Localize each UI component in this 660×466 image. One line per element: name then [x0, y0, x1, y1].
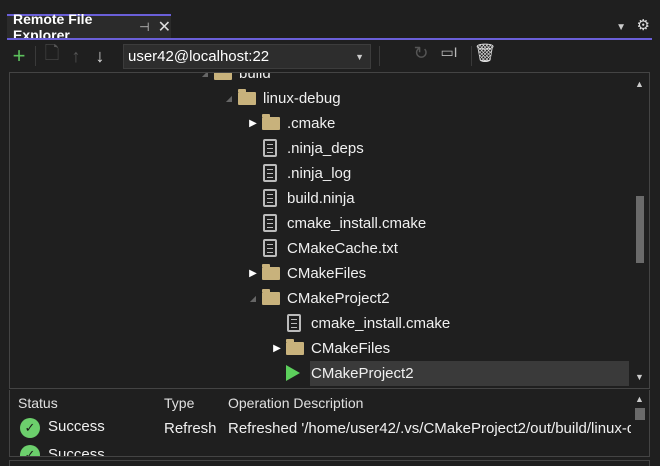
scroll-thumb[interactable] [636, 196, 644, 263]
success-check-icon: ✓ [20, 418, 40, 438]
tree-item[interactable]: .ninja_deps [10, 136, 629, 161]
header-description[interactable]: Operation Description [228, 395, 363, 411]
file-icon [287, 314, 301, 332]
folder-icon [238, 89, 256, 105]
tree-item-label: CMakeProject2 [287, 290, 390, 307]
expanded-arrow-icon[interactable]: ◢ [224, 94, 234, 103]
tree-item-label: .cmake [287, 115, 336, 132]
tree-item-label: CMakeFiles [287, 265, 367, 282]
folder-icon [262, 264, 280, 280]
close-icon[interactable]: ✕ [158, 17, 171, 37]
tree-item-label: .ninja_log [287, 165, 352, 182]
file-icon [263, 239, 277, 257]
download-arrow-icon[interactable]: ↓ [88, 46, 112, 67]
row-status: Success [48, 446, 105, 457]
pin-icon[interactable]: ⊣ [139, 20, 149, 34]
tree-item[interactable]: CMakeProject2 [286, 361, 629, 386]
tree-item-label: CMakeFiles [311, 340, 391, 357]
tree-item-label: build.ninja [287, 190, 355, 207]
tree-item[interactable]: build.ninja [10, 186, 629, 211]
toolbar: + 🗋 ↑ ↓ user42@localhost:22 ▼ ↻ ▭I 🗑 [7, 40, 652, 72]
tree-item[interactable]: ▶ CMakeFiles [10, 336, 629, 361]
connection-select[interactable]: user42@localhost:22 ▼ [123, 44, 371, 69]
scroll-down-icon[interactable]: ▼ [635, 372, 644, 382]
tree-item-label: CMakeCache.txt [287, 240, 398, 257]
output-scrollbar[interactable]: ▲ [631, 390, 649, 456]
tree-item[interactable]: ◢ build [10, 72, 629, 86]
refresh-icon[interactable]: ↻ [409, 43, 433, 64]
header-status[interactable]: Status [18, 395, 58, 411]
bottom-panel-edge [9, 460, 650, 466]
expanded-arrow-icon[interactable]: ◢ [200, 73, 210, 78]
new-file-icon[interactable]: 🗋 [40, 41, 64, 71]
row-status: Success [48, 418, 105, 435]
tree-item[interactable]: cmake_install.cmake [10, 311, 629, 336]
folder-icon [214, 73, 232, 80]
tree-item[interactable]: cmake_install.cmake [10, 211, 629, 236]
tree-item[interactable]: ▶ CMakeFiles [10, 261, 629, 286]
file-icon [263, 189, 277, 207]
divider [471, 46, 472, 66]
tab-remote-file-explorer[interactable]: Remote File Explorer ⊣ ✕ [7, 11, 171, 43]
tree-item-label: linux-debug [263, 90, 341, 107]
row-description: Refreshed '/home/user42/.vs/CMakeProject… [228, 420, 650, 437]
tree-item[interactable]: .ninja_log [10, 161, 629, 186]
output-panel: Status Type Operation Description ✓ Succ… [9, 390, 650, 457]
file-tree: ▲ ▼ ◢ build ◢ linux-debug ▶ .cmake .ninja_deps… [9, 72, 650, 389]
chevron-down-icon: ▼ [355, 52, 364, 62]
row-type: Refresh [164, 420, 217, 437]
tree-item[interactable]: ◢ linux-debug [10, 86, 629, 111]
tree-scrollbar[interactable]: ▲ ▼ [631, 73, 649, 388]
collapsed-arrow-icon[interactable]: ▶ [248, 268, 258, 279]
file-icon [263, 139, 277, 157]
folder-icon [286, 339, 304, 355]
tree-item-label: .ninja_deps [287, 140, 364, 157]
header-type[interactable]: Type [164, 395, 194, 411]
add-connection-icon[interactable]: + [7, 43, 31, 69]
scroll-thumb[interactable] [635, 408, 645, 420]
tree-item-label: cmake_install.cmake [311, 315, 451, 332]
file-icon [263, 164, 277, 182]
trash-icon[interactable]: 🗑 [473, 43, 497, 64]
tree-item[interactable]: ▶ .cmake [10, 111, 629, 136]
file-icon [263, 214, 277, 232]
tree-item-label: cmake_install.cmake [287, 215, 427, 232]
executable-play-icon [286, 365, 300, 381]
success-check-icon: ✓ [20, 445, 40, 456]
divider [35, 46, 36, 66]
divider [379, 46, 380, 66]
collapsed-arrow-icon[interactable]: ▶ [272, 343, 282, 354]
expanded-arrow-icon[interactable]: ◢ [248, 294, 258, 303]
gear-icon[interactable]: ⚙ [637, 16, 650, 34]
connection-value: user42@localhost:22 [128, 48, 270, 65]
tree-item-label: build [239, 72, 271, 82]
folder-icon [262, 114, 280, 130]
scroll-up-icon[interactable]: ▲ [635, 79, 644, 89]
upload-arrow-icon[interactable]: ↑ [64, 46, 88, 67]
rename-icon[interactable]: ▭I [437, 44, 461, 61]
scroll-up-icon[interactable]: ▲ [635, 394, 644, 404]
collapsed-arrow-icon[interactable]: ▶ [248, 118, 258, 129]
tree-item[interactable]: CMakeCache.txt [10, 236, 629, 261]
folder-icon [262, 289, 280, 305]
window-dropdown-icon[interactable]: ▼ [616, 22, 626, 33]
tree-item-label: CMakeProject2 [311, 365, 414, 382]
tree-item[interactable]: ◢ CMakeProject2 [10, 286, 629, 311]
